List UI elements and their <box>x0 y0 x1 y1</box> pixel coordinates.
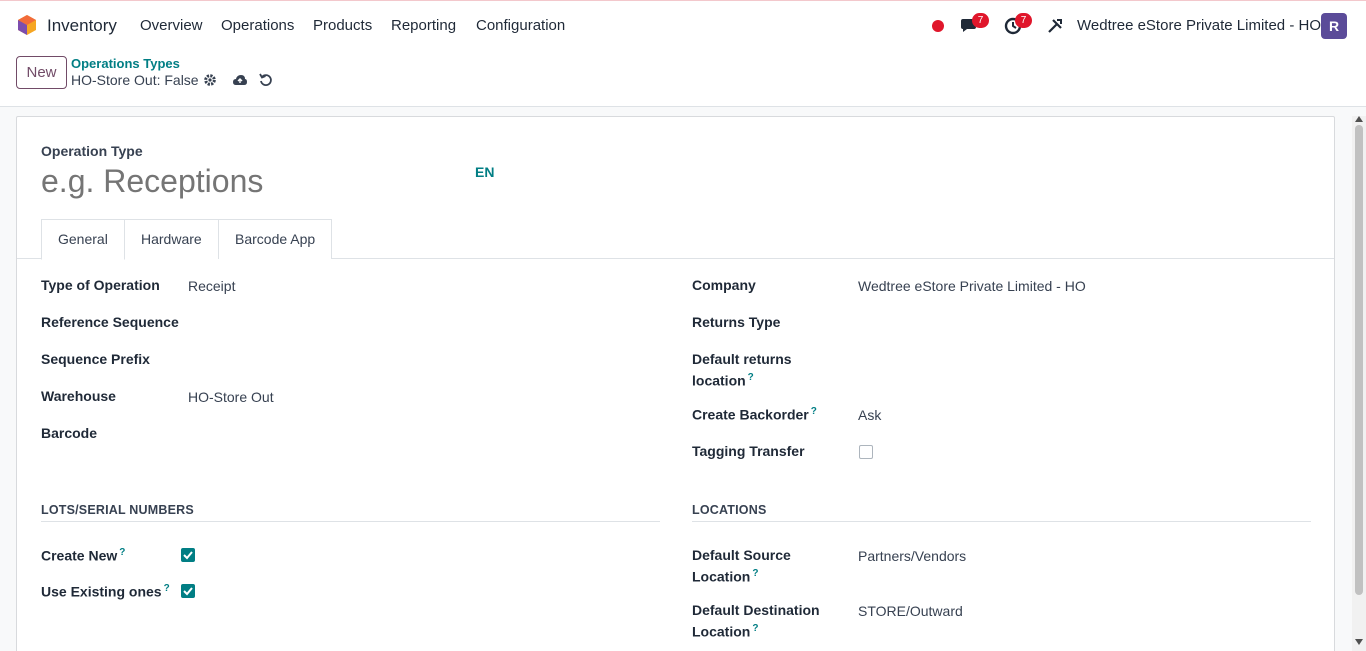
operation-name-input[interactable] <box>41 163 461 200</box>
menu-configuration[interactable]: Configuration <box>476 17 565 34</box>
type-of-operation-field[interactable]: Receipt <box>188 278 235 294</box>
returns-type-label: Returns Type <box>692 314 781 330</box>
company-switcher[interactable]: Wedtree eStore Private Limited - HO <box>1077 17 1321 34</box>
default-source-label-line1: Default Source <box>692 547 791 563</box>
default-destination-field[interactable]: STORE/Outward <box>858 603 963 619</box>
create-backorder-label-text: Create Backorder <box>692 406 809 423</box>
default-returns-location-field[interactable] <box>858 347 1308 371</box>
gear-icon[interactable] <box>203 73 217 87</box>
lots-section-title: LOTS/SERIAL NUMBERS <box>41 503 194 517</box>
tab-general[interactable]: General <box>41 219 125 260</box>
returns-type-field[interactable] <box>858 310 1308 334</box>
warehouse-field[interactable]: HO-Store Out <box>188 389 274 405</box>
help-tooltip-icon[interactable]: ? <box>752 568 758 579</box>
create-new-label-text: Create New <box>41 547 118 564</box>
top-navbar: Inventory Overview Operations Products R… <box>0 0 1366 49</box>
activities-badge: 7 <box>1015 13 1032 28</box>
scrollbar-thumb[interactable] <box>1355 125 1363 595</box>
tagging-transfer-label: Tagging Transfer <box>692 443 805 459</box>
messages-badge: 7 <box>972 13 989 28</box>
scroll-down-arrow-icon[interactable] <box>1355 639 1363 645</box>
default-returns-label-line2: location? <box>692 372 754 389</box>
create-new-label: Create New? <box>41 547 125 564</box>
tab-hardware[interactable]: Hardware <box>124 219 219 259</box>
barcode-label: Barcode <box>41 425 98 441</box>
create-backorder-field[interactable]: Ask <box>858 407 881 423</box>
new-button[interactable]: New <box>16 56 67 89</box>
help-tooltip-icon[interactable]: ? <box>811 406 817 417</box>
barcode-field[interactable] <box>188 421 648 445</box>
help-tooltip-icon[interactable]: ? <box>119 547 125 558</box>
sequence-prefix-field[interactable] <box>188 347 648 371</box>
help-tooltip-icon[interactable]: ? <box>164 583 170 594</box>
use-existing-label: Use Existing ones? <box>41 583 170 600</box>
tagging-transfer-checkbox[interactable] <box>859 445 873 459</box>
debug-tools-icon[interactable] <box>1047 18 1063 34</box>
warehouse-label: Warehouse <box>41 388 116 404</box>
breadcrumb-parent[interactable]: Operations Types <box>71 56 180 71</box>
control-panel: New Operations Types HO-Store Out: False <box>0 49 1366 107</box>
default-returns-label-line1: Default returns <box>692 351 792 367</box>
default-source-label-line2: Location? <box>692 568 758 585</box>
lots-section-divider <box>41 521 660 522</box>
form-sheet: Operation Type EN General Hardware Barco… <box>16 116 1335 651</box>
create-backorder-label: Create Backorder? <box>692 406 817 423</box>
recording-indicator-icon[interactable] <box>932 20 944 32</box>
help-tooltip-icon[interactable]: ? <box>748 372 754 383</box>
help-tooltip-icon[interactable]: ? <box>752 623 758 634</box>
operation-type-label: Operation Type <box>41 143 143 159</box>
use-existing-checkbox[interactable] <box>181 584 195 598</box>
default-source-label-text: Location <box>692 568 751 585</box>
default-destination-label-line2: Location? <box>692 623 758 640</box>
default-destination-label-text: Location <box>692 623 751 640</box>
menu-operations[interactable]: Operations <box>221 17 294 34</box>
default-source-field[interactable]: Partners/Vendors <box>858 548 966 564</box>
form-tabs: General Hardware Barcode App <box>17 219 1334 260</box>
locations-section-divider <box>692 521 1311 522</box>
default-returns-label-text: location <box>692 372 746 389</box>
create-new-checkbox[interactable] <box>181 548 195 562</box>
locations-section-title: LOCATIONS <box>692 503 767 517</box>
cloud-save-icon[interactable] <box>232 73 248 87</box>
tab-barcode-app[interactable]: Barcode App <box>218 219 333 259</box>
company-label: Company <box>692 277 756 293</box>
app-name[interactable]: Inventory <box>47 16 117 36</box>
language-button[interactable]: EN <box>475 164 494 180</box>
use-existing-label-text: Use Existing ones <box>41 583 162 600</box>
default-destination-label-line1: Default Destination <box>692 602 820 618</box>
company-field[interactable]: Wedtree eStore Private Limited - HO <box>858 278 1086 294</box>
breadcrumb-current: HO-Store Out: False <box>71 72 199 88</box>
menu-products[interactable]: Products <box>313 17 372 34</box>
scroll-up-arrow-icon[interactable] <box>1355 116 1363 122</box>
discard-undo-icon[interactable] <box>259 73 273 87</box>
type-of-operation-label: Type of Operation <box>41 277 160 293</box>
menu-overview[interactable]: Overview <box>140 17 203 34</box>
reference-sequence-label: Reference Sequence <box>41 314 179 330</box>
sequence-prefix-label: Sequence Prefix <box>41 351 150 367</box>
user-avatar[interactable]: R <box>1321 13 1347 39</box>
menu-reporting[interactable]: Reporting <box>391 17 456 34</box>
inventory-app-icon[interactable] <box>16 14 38 36</box>
